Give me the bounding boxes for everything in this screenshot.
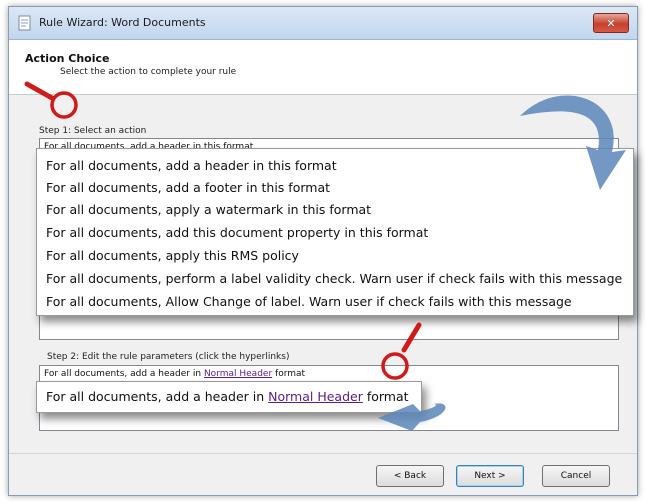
close-icon: ✕	[606, 16, 616, 30]
action-option[interactable]: For all documents, add a header in this …	[46, 158, 337, 173]
param-suffix-zoom: format	[366, 389, 409, 404]
rule-parameters-text: For all documents, add a header in Norma…	[44, 369, 305, 379]
action-option[interactable]: For all documents, perform a label valid…	[46, 271, 622, 286]
page-title: Action Choice	[25, 52, 110, 65]
next-button[interactable]: Next >	[456, 465, 524, 487]
action-option[interactable]: For all documents, Allow Change of label…	[46, 294, 572, 309]
action-option[interactable]: For all documents, apply a watermark in …	[46, 202, 371, 217]
back-button[interactable]: < Back	[376, 465, 444, 487]
document-icon	[18, 15, 31, 31]
step2-label: Step 2: Edit the rule parameters (click …	[47, 352, 290, 362]
footer-divider	[9, 453, 637, 454]
step1-label: Step 1: Select an action	[39, 126, 147, 136]
wizard-header: Action Choice Select the action to compl…	[9, 40, 637, 95]
param-prefix-zoom: For all documents, add a header in	[46, 389, 265, 404]
window-close-button[interactable]: ✕	[593, 13, 629, 33]
page-subtitle: Select the action to complete your rule	[60, 67, 237, 77]
normal-header-link-zoom[interactable]: Normal Header	[268, 389, 363, 404]
window-title: Rule Wizard: Word Documents	[39, 16, 206, 29]
action-option[interactable]: For all documents, apply this RMS policy	[46, 248, 299, 263]
param-prefix: For all documents, add a header in	[44, 369, 202, 379]
action-option[interactable]: For all documents, add a footer in this …	[46, 180, 330, 195]
action-option[interactable]: For all documents, add this document pro…	[46, 225, 428, 240]
action-options-callout: For all documents, add a header in this …	[36, 148, 634, 316]
param-suffix: format	[275, 369, 306, 379]
normal-header-link[interactable]: Normal Header	[204, 369, 272, 379]
rule-parameters-zoom-text: For all documents, add a header in Norma…	[46, 389, 409, 404]
cancel-button[interactable]: Cancel	[542, 465, 610, 487]
rule-parameters-callout: For all documents, add a header in Norma…	[36, 381, 422, 413]
title-bar: Rule Wizard: Word Documents ✕	[9, 7, 637, 40]
